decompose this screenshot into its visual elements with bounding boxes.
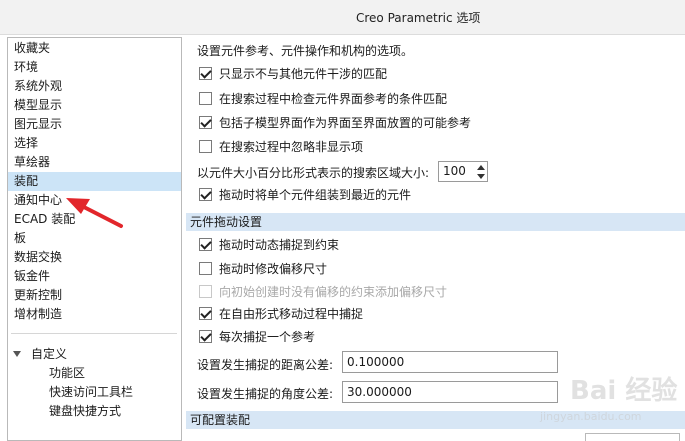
option-label: 拖动时动态捕捉到约束 bbox=[219, 237, 340, 252]
option-include-submodel-interfaces[interactable]: 包括子模型界面作为界面至界面放置的可能参考 bbox=[199, 113, 471, 131]
search-region-spinner[interactable]: 100 bbox=[438, 161, 488, 182]
option-snap-one-reference[interactable]: 每次捕捉一个参考 bbox=[199, 327, 315, 345]
section-header-component-drag: 元件拖动设置 bbox=[186, 213, 685, 231]
sidebar-item-data-exchange[interactable]: 数据交换 bbox=[8, 248, 181, 267]
option-label: 在自由形式移动过程中捕捉 bbox=[219, 306, 364, 321]
sidebar-item-customize[interactable]: 自定义 bbox=[31, 345, 67, 364]
option-label: 包括子模型界面作为界面至界面放置的可能参考 bbox=[219, 115, 472, 130]
sidebar-item-notification-center[interactable]: 通知中心 bbox=[8, 191, 181, 210]
sidebar-item-board[interactable]: 板 bbox=[8, 229, 181, 248]
sidebar-item-ribbon[interactable]: 功能区 bbox=[49, 364, 85, 383]
sidebar-divider bbox=[11, 333, 177, 334]
option-label: 拖动时修改偏移尺寸 bbox=[219, 261, 328, 276]
option-label: 向初始创建时没有偏移的约束添加偏移尺寸 bbox=[219, 284, 448, 299]
sidebar-item-assembly[interactable]: 装配 bbox=[8, 172, 181, 191]
checkbox-drag-assemble-nearest[interactable] bbox=[199, 187, 212, 201]
option-modify-offset-dimension[interactable]: 拖动时修改偏移尺寸 bbox=[199, 259, 327, 277]
sidebar-item-quick-access-toolbar[interactable]: 快速访问工具栏 bbox=[49, 383, 133, 402]
search-region-value: 100 bbox=[443, 164, 466, 178]
checkbox-show-non-interfering-matches[interactable] bbox=[199, 66, 212, 80]
checkbox-snap-one-reference[interactable] bbox=[199, 329, 212, 343]
checkbox-snap-free-move[interactable] bbox=[199, 306, 212, 320]
options-panel: 设置元件参考、元件操作和机构的选项。 只显示不与其他元件干涉的匹配 在搜索过程中… bbox=[186, 37, 685, 441]
window-title: Creo Parametric 选项 bbox=[356, 11, 481, 25]
snap-angle-input[interactable]: 30.000000 bbox=[342, 381, 558, 403]
option-dynamic-snap-constraints[interactable]: 拖动时动态捕捉到约束 bbox=[199, 235, 339, 253]
sidebar-item-keyboard-shortcuts[interactable]: 键盘快捷方式 bbox=[49, 402, 121, 421]
collapse-triangle-icon[interactable] bbox=[13, 351, 21, 357]
sidebar-item-update-control[interactable]: 更新控制 bbox=[8, 286, 181, 305]
option-snap-free-move[interactable]: 在自由形式移动过程中捕捉 bbox=[199, 304, 363, 322]
checkbox-dynamic-snap-constraints[interactable] bbox=[199, 237, 212, 251]
sidebar-item-model-display[interactable]: 模型显示 bbox=[8, 96, 181, 115]
option-label: 每次捕捉一个参考 bbox=[219, 329, 316, 344]
sidebar-item-system-appearance[interactable]: 系统外观 bbox=[8, 77, 181, 96]
option-add-offset-dimension: 向初始创建时没有偏移的约束添加偏移尺寸 bbox=[199, 282, 447, 300]
option-ignore-hidden-items[interactable]: 在搜索过程中忽略非显示项 bbox=[199, 137, 363, 155]
option-show-non-interfering-matches[interactable]: 只显示不与其他元件干涉的匹配 bbox=[199, 64, 387, 82]
option-label: 在搜索过程中检查元件界面参考的条件匹配 bbox=[219, 91, 448, 106]
sidebar-item-additive-manufacturing[interactable]: 增材制造 bbox=[8, 305, 181, 324]
snap-angle-value: 30.000000 bbox=[347, 385, 412, 399]
sidebar-item-favorites[interactable]: 收藏夹 bbox=[8, 39, 181, 58]
checkbox-add-offset-dimension bbox=[199, 284, 212, 298]
checkbox-modify-offset-dimension[interactable] bbox=[199, 261, 212, 275]
checkbox-include-submodel-interfaces[interactable] bbox=[199, 115, 212, 129]
sidebar-item-ecad-assembly[interactable]: ECAD 装配 bbox=[8, 210, 181, 229]
snap-angle-label: 设置发生捕捉的角度公差: bbox=[197, 387, 334, 401]
panel-description: 设置元件参考、元件操作和机构的选项。 bbox=[197, 44, 414, 58]
checkbox-ignore-hidden-items[interactable] bbox=[199, 139, 212, 153]
snap-distance-label: 设置发生捕捉的距离公差: bbox=[197, 358, 334, 372]
category-sidebar: 收藏夹 环境 系统外观 模型显示 图元显示 选择 草绘器 装配 通知中心 ECA… bbox=[7, 37, 182, 441]
sidebar-item-sheetmetal[interactable]: 钣金件 bbox=[8, 267, 181, 286]
search-region-label: 以元件大小百分比形式表示的搜索区域大小: bbox=[197, 166, 430, 180]
sidebar-item-environment[interactable]: 环境 bbox=[8, 58, 181, 77]
title-bar: Creo Parametric 选项 bbox=[0, 0, 685, 35]
option-label: 拖动时将单个元件组装到最近的元件 bbox=[219, 187, 412, 202]
option-drag-assemble-nearest[interactable]: 拖动时将单个元件组装到最近的元件 bbox=[199, 185, 411, 203]
snap-distance-input[interactable]: 0.100000 bbox=[342, 351, 558, 373]
snap-distance-value: 0.100000 bbox=[347, 355, 405, 369]
sidebar-item-selection[interactable]: 选择 bbox=[8, 134, 181, 153]
partial-field-box bbox=[585, 433, 680, 441]
spin-down-icon[interactable] bbox=[477, 174, 485, 179]
sidebar-item-sketcher[interactable]: 草绘器 bbox=[8, 153, 181, 172]
spin-up-icon[interactable] bbox=[477, 165, 485, 170]
option-check-interface-conditions[interactable]: 在搜索过程中检查元件界面参考的条件匹配 bbox=[199, 89, 447, 107]
checkbox-check-interface-conditions[interactable] bbox=[199, 91, 212, 105]
section-header-configurable-assembly: 可配置装配 bbox=[186, 411, 685, 429]
option-label: 只显示不与其他元件干涉的匹配 bbox=[219, 66, 388, 81]
sidebar-item-entity-display[interactable]: 图元显示 bbox=[8, 115, 181, 134]
option-label: 在搜索过程中忽略非显示项 bbox=[219, 139, 364, 154]
